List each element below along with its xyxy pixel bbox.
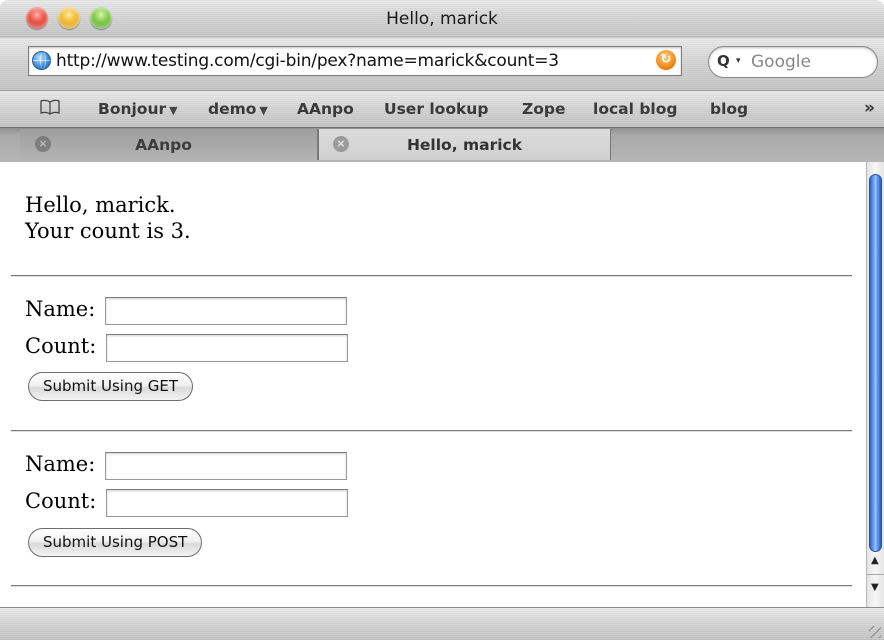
menu-arrow-icon: ▼ bbox=[259, 104, 268, 117]
count-text: Your count is 3. bbox=[25, 219, 191, 243]
globe-icon bbox=[32, 51, 51, 70]
greeting-text: Hello, marick. bbox=[25, 193, 176, 217]
tab-label: Hello, marick bbox=[406, 136, 523, 154]
post-name-field[interactable] bbox=[105, 452, 347, 480]
bookmark-local-blog[interactable]: local blog bbox=[593, 100, 677, 118]
address-toolbar: http://www.testing.com/cgi-bin/pex?name=… bbox=[0, 38, 884, 103]
greeting-block: Hello, marick. Your count is 3. bbox=[25, 192, 191, 244]
post-count-field[interactable] bbox=[106, 489, 348, 517]
address-field[interactable]: http://www.testing.com/cgi-bin/pex?name=… bbox=[28, 46, 682, 76]
title-bar[interactable]: Hello, marick bbox=[0, 0, 884, 38]
tab-aanpo[interactable]: × AAnpo bbox=[20, 129, 318, 160]
open-book-icon[interactable] bbox=[40, 99, 60, 115]
bookmark-bonjour[interactable]: Bonjour ▼ bbox=[98, 100, 178, 118]
scroll-up-arrow-icon[interactable]: ▲ bbox=[871, 555, 879, 566]
bookmarks-bar: Bonjour ▼ demo ▼ AAnpo User lookup Zope lo… bbox=[0, 90, 884, 127]
scrollbar-thumb[interactable] bbox=[869, 174, 882, 552]
tab-hello-marick[interactable]: × Hello, marick bbox=[318, 129, 611, 160]
search-field[interactable]: Q ▾ Google bbox=[708, 46, 878, 78]
magnifier-icon[interactable]: Q bbox=[717, 52, 730, 70]
bookmark-zope[interactable]: Zope bbox=[522, 100, 566, 118]
divider bbox=[11, 585, 852, 587]
reload-icon[interactable]: ↻ bbox=[656, 50, 676, 70]
submit-post-button[interactable]: Submit Using POST bbox=[28, 528, 203, 557]
get-name-field[interactable] bbox=[105, 297, 347, 325]
tab-bar: × AAnpo × Hello, marick bbox=[0, 127, 884, 163]
divider bbox=[11, 430, 852, 432]
status-bar bbox=[0, 607, 884, 640]
count-label: Count: bbox=[25, 489, 97, 513]
bookmark-user-lookup[interactable]: User lookup bbox=[384, 100, 488, 118]
search-placeholder: Google bbox=[751, 52, 811, 72]
count-label: Count: bbox=[25, 334, 97, 358]
name-label: Name: bbox=[25, 452, 96, 476]
divider bbox=[11, 275, 852, 277]
menu-arrow-icon: ▼ bbox=[169, 104, 178, 117]
resize-grip-icon[interactable] bbox=[869, 626, 881, 638]
submit-get-button[interactable]: Submit Using GET bbox=[28, 372, 193, 401]
name-label: Name: bbox=[25, 297, 96, 321]
bookmark-blog[interactable]: blog bbox=[710, 100, 748, 118]
browser-window: Hello, marick http://www.testing.com/cgi… bbox=[0, 0, 884, 640]
chevron-down-icon: ▾ bbox=[736, 56, 741, 66]
url-text[interactable]: http://www.testing.com/cgi-bin/pex?name=… bbox=[56, 51, 559, 71]
bookmark-demo[interactable]: demo ▼ bbox=[208, 100, 268, 118]
bookmark-aanpo[interactable]: AAnpo bbox=[297, 100, 354, 118]
window-title: Hello, marick bbox=[386, 9, 498, 29]
get-count-field[interactable] bbox=[106, 334, 348, 362]
vertical-scrollbar[interactable]: ▲ ▼ bbox=[866, 162, 884, 607]
double-chevron-right-icon[interactable]: » bbox=[864, 98, 875, 118]
page-content: Hello, marick. Your count is 3. Name: Co… bbox=[0, 162, 866, 607]
scroll-down-arrow-icon[interactable]: ▼ bbox=[871, 582, 879, 593]
divider bbox=[867, 574, 884, 575]
tab-label: AAnpo bbox=[135, 136, 192, 154]
